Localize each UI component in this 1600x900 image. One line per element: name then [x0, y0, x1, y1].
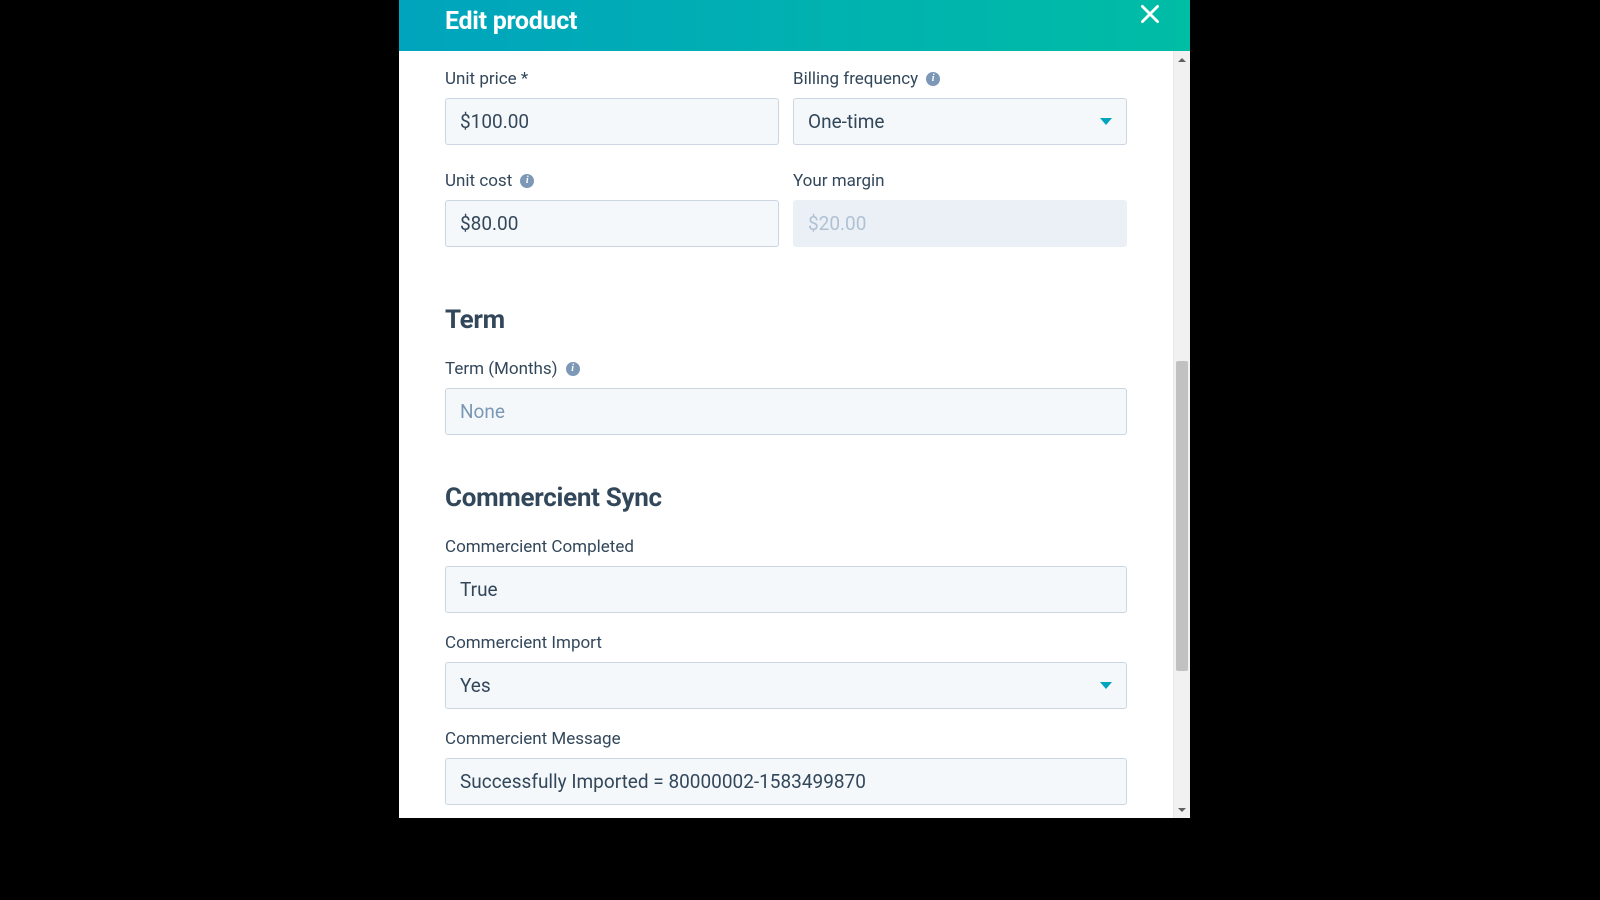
- chevron-down-icon: [1100, 118, 1112, 125]
- input-placeholder: None: [460, 400, 505, 423]
- modal-header: Edit product: [399, 0, 1190, 51]
- billing-frequency-select[interactable]: One-time: [793, 98, 1127, 145]
- label-text: Commercient Message: [445, 729, 621, 749]
- info-icon[interactable]: i: [926, 72, 940, 86]
- info-icon[interactable]: i: [566, 362, 580, 376]
- select-value: One-time: [808, 110, 884, 133]
- close-button[interactable]: [1134, 0, 1166, 30]
- input-value: $80.00: [460, 212, 518, 235]
- label-text: Commercient Import: [445, 633, 602, 653]
- label-text: Your margin: [793, 171, 885, 191]
- term-months-input[interactable]: None: [445, 388, 1127, 435]
- select-value: Yes: [460, 674, 491, 697]
- commercient-import-field: Commercient Import Yes: [445, 633, 1127, 709]
- chevron-down-icon: [1177, 805, 1187, 815]
- unit-price-input[interactable]: $100.00: [445, 98, 779, 145]
- billing-frequency-field: Billing frequency i One-time: [793, 69, 1127, 145]
- stage: Edit product Unit price * $100.00: [72, 0, 1528, 818]
- commercient-import-label: Commercient Import: [445, 633, 1127, 653]
- label-text: Unit price *: [445, 69, 528, 89]
- sync-section-title: Commercient Sync: [445, 483, 1127, 513]
- scrollbar[interactable]: [1173, 51, 1190, 818]
- commercient-message-input[interactable]: Successfully Imported = 80000002-1583499…: [445, 758, 1127, 805]
- term-months-field: Term (Months) i None: [445, 359, 1127, 435]
- input-value: $100.00: [460, 110, 529, 133]
- scrollbar-thumb[interactable]: [1176, 361, 1188, 671]
- scrollbar-down-arrow[interactable]: [1174, 801, 1190, 818]
- your-margin-value: $20.00: [793, 200, 1127, 247]
- close-icon: [1137, 1, 1163, 27]
- term-months-label: Term (Months) i: [445, 359, 1127, 379]
- your-margin-field: Your margin $20.00: [793, 171, 1127, 247]
- edit-product-panel: Edit product Unit price * $100.00: [399, 0, 1190, 818]
- commercient-completed-input[interactable]: True: [445, 566, 1127, 613]
- label-text: Billing frequency: [793, 69, 918, 89]
- chevron-up-icon: [1177, 55, 1187, 65]
- input-value: $20.00: [808, 212, 866, 235]
- label-text: Term (Months): [445, 359, 558, 379]
- chevron-down-icon: [1100, 682, 1112, 689]
- scroll-area: Unit price * $100.00 Billing frequency i…: [399, 51, 1190, 818]
- unit-cost-input[interactable]: $80.00: [445, 200, 779, 247]
- modal-title: Edit product: [445, 7, 577, 36]
- info-icon[interactable]: i: [520, 174, 534, 188]
- input-value: True: [460, 578, 498, 601]
- label-text: Commercient Completed: [445, 537, 634, 557]
- unit-cost-label: Unit cost i: [445, 171, 779, 191]
- commercient-message-field: Commercient Message Successfully Importe…: [445, 729, 1127, 805]
- unit-price-label: Unit price *: [445, 69, 779, 89]
- label-text: Unit cost: [445, 171, 512, 191]
- unit-price-field: Unit price * $100.00: [445, 69, 779, 145]
- form-content: Unit price * $100.00 Billing frequency i…: [399, 51, 1173, 818]
- your-margin-label: Your margin: [793, 171, 1127, 191]
- input-value: Successfully Imported = 80000002-1583499…: [460, 770, 866, 793]
- commercient-message-label: Commercient Message: [445, 729, 1127, 749]
- billing-frequency-label: Billing frequency i: [793, 69, 1127, 89]
- commercient-import-select[interactable]: Yes: [445, 662, 1127, 709]
- commercient-completed-field: Commercient Completed True: [445, 537, 1127, 613]
- scrollbar-up-arrow[interactable]: [1174, 51, 1190, 68]
- commercient-completed-label: Commercient Completed: [445, 537, 1127, 557]
- term-section-title: Term: [445, 305, 1127, 335]
- unit-cost-field: Unit cost i $80.00: [445, 171, 779, 247]
